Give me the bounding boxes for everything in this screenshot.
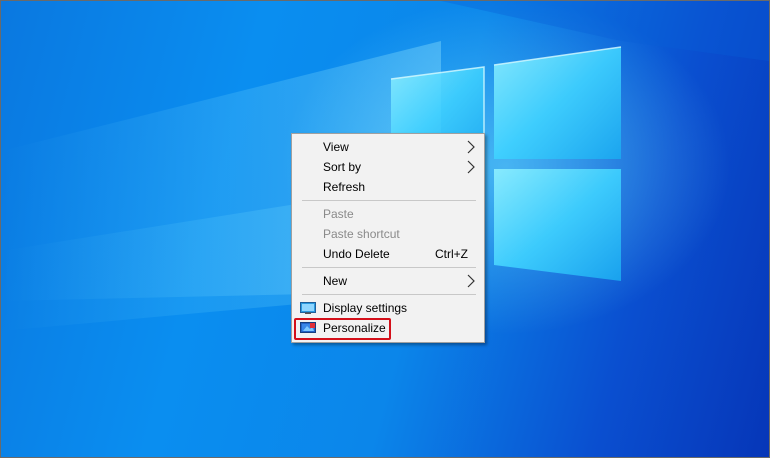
menu-item-undo-delete[interactable]: Undo Delete Ctrl+Z [292,244,484,264]
menu-item-label: New [323,274,348,288]
menu-item-label: Display settings [323,301,408,315]
menu-item-label: Paste [323,207,354,221]
menu-item-paste-shortcut: Paste shortcut [292,224,484,244]
menu-separator [302,294,476,295]
menu-item-label: Paste shortcut [323,227,400,241]
menu-item-view[interactable]: View [292,137,484,157]
menu-item-label: Refresh [323,180,366,194]
chevron-right-icon [467,160,475,174]
menu-item-shortcut: Ctrl+Z [435,247,468,261]
menu-item-new[interactable]: New [292,271,484,291]
personalize-highlight-box [294,318,391,340]
menu-item-sort-by[interactable]: Sort by [292,157,484,177]
desktop[interactable]: View Sort by Refresh Paste Paste shortcu… [0,0,770,458]
menu-item-label: Sort by [323,160,362,174]
display-settings-icon [300,302,316,314]
chevron-right-icon [467,140,475,154]
menu-separator [302,200,476,201]
menu-item-label: Undo Delete [323,247,390,261]
menu-item-refresh[interactable]: Refresh [292,177,484,197]
menu-separator [302,267,476,268]
chevron-right-icon [467,274,475,288]
menu-item-paste: Paste [292,204,484,224]
desktop-context-menu: View Sort by Refresh Paste Paste shortcu… [291,133,485,343]
menu-item-display-settings[interactable]: Display settings [292,298,484,318]
menu-item-label: View [323,140,349,154]
